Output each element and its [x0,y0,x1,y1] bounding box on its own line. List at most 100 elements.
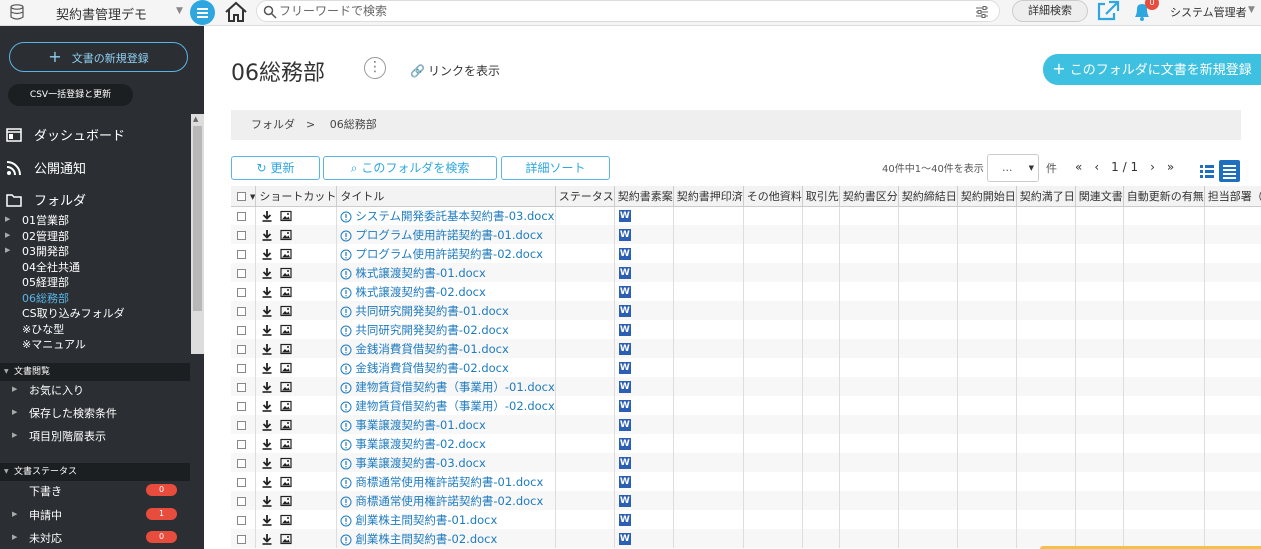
status-section-header[interactable]: ▼ 文書ステータス [0,463,190,481]
detail-view-icon[interactable] [1219,160,1240,182]
list-view-icon[interactable] [1197,160,1217,182]
document-title-link[interactable]: 事業譲渡契約書-01.docx [355,418,485,432]
word-file-icon[interactable]: W [618,324,631,336]
document-title-link[interactable]: システム開発委託基本契約書-03.docx [355,209,554,223]
document-title-link[interactable]: 金銭消費貸借契約書-01.docx [355,342,508,356]
image-preview-icon[interactable] [280,400,292,412]
word-file-icon[interactable]: W [618,495,631,507]
search-input[interactable] [279,2,969,20]
table-row[interactable]: システム開発委託基本契約書-03.docx W [231,206,1261,225]
table-row[interactable]: 建物賃貸借契約書（事業用）-02.docx W [231,396,1261,415]
image-preview-icon[interactable] [280,362,292,374]
scroll-up-icon[interactable]: ▲ [193,115,198,123]
download-icon[interactable] [261,229,273,241]
row-checkbox[interactable] [237,496,246,506]
image-preview-icon[interactable] [280,476,292,488]
document-title-link[interactable]: プログラム使用許諾契約書-01.docx [355,228,543,242]
download-icon[interactable] [261,362,273,374]
advanced-search-button[interactable]: 詳細検索 [1012,0,1088,22]
row-checkbox[interactable] [237,344,246,354]
row-checkbox[interactable] [237,211,246,221]
home-icon[interactable] [224,1,248,23]
word-file-icon[interactable]: W [618,438,631,450]
sidebar-item-saved-search[interactable]: ▶ 保存した検索条件 [0,402,190,424]
user-menu-caret-icon[interactable]: ▼ [1248,5,1255,15]
image-preview-icon[interactable] [280,267,292,279]
info-icon[interactable] [340,287,352,299]
row-checkbox[interactable] [237,230,246,240]
column-header[interactable]: 契約書押印済 [673,186,744,207]
download-icon[interactable] [261,400,273,412]
download-icon[interactable] [261,495,273,507]
select-menu-caret-icon[interactable]: ▼ [250,193,255,201]
document-title-link[interactable]: 共同研究開発契約書-02.docx [355,323,508,337]
download-icon[interactable] [261,533,273,545]
download-icon[interactable] [261,514,273,526]
word-file-icon[interactable]: W [618,514,631,526]
word-file-icon[interactable]: W [618,229,631,241]
word-file-icon[interactable]: W [618,400,631,412]
table-row[interactable]: 事業譲渡契約書-01.docx W [231,415,1261,434]
column-header[interactable]: タイトル [336,186,556,207]
sidebar-item-unhandled[interactable]: ▶ 未対応 0 [0,527,190,549]
column-header[interactable]: ショートカット [255,186,338,207]
table-row[interactable]: 事業譲渡契約書-02.docx W [231,434,1261,453]
image-preview-icon[interactable] [280,210,292,222]
download-icon[interactable] [261,381,273,393]
info-icon[interactable] [340,401,352,413]
info-icon[interactable] [340,325,352,337]
user-name[interactable]: システム管理者 [1170,4,1247,20]
image-preview-icon[interactable] [280,419,292,431]
column-header[interactable]: 取引先 [802,186,840,207]
expand-icon[interactable]: ▶ [5,215,10,223]
sidebar-item-favorites[interactable]: ▶ お気に入り [0,379,190,401]
table-row[interactable]: プログラム使用許諾契約書-01.docx W [231,225,1261,244]
download-icon[interactable] [261,267,273,279]
document-title-link[interactable]: 金銭消費貸借契約書-02.docx [355,361,508,375]
expand-icon[interactable]: ▶ [5,231,10,239]
image-preview-icon[interactable] [280,381,292,393]
detail-sort-button[interactable]: 詳細ソート [501,156,610,180]
table-row[interactable]: 共同研究開発契約書-02.docx W [231,320,1261,339]
image-preview-icon[interactable] [280,286,292,298]
row-checkbox[interactable] [237,515,246,525]
new-document-button[interactable]: + 文書の新規登録 [9,42,188,72]
table-row[interactable]: 商標通常使用権許諾契約書-01.docx W [231,472,1261,491]
info-icon[interactable] [340,477,352,489]
per-page-select[interactable]: ... ▼ [987,154,1039,182]
info-icon[interactable] [340,363,352,375]
document-title-link[interactable]: 共同研究開発契約書-01.docx [355,304,508,318]
document-title-link[interactable]: 創業株主間契約書-02.docx [355,532,497,546]
info-icon[interactable] [340,344,352,356]
word-file-icon[interactable]: W [618,248,631,260]
word-file-icon[interactable]: W [618,267,631,279]
document-title-link[interactable]: プログラム使用許諾契約書-02.docx [355,247,543,261]
info-icon[interactable] [340,420,352,432]
word-file-icon[interactable]: W [618,381,631,393]
word-file-icon[interactable]: W [618,533,631,545]
row-checkbox[interactable] [237,458,246,468]
table-row[interactable]: 金銭消費貸借契約書-01.docx W [231,339,1261,358]
sidebar-scrollbar[interactable]: ▲ [191,114,204,354]
info-icon[interactable] [340,515,352,527]
sidebar-item-hierarchy-view[interactable]: ▶ 項目別階層表示 [0,425,190,447]
download-icon[interactable] [261,343,273,355]
row-checkbox[interactable] [237,287,246,297]
search-folder-button[interactable]: ⌕ このフォルダを検索 [323,156,497,180]
info-icon[interactable] [340,249,352,261]
info-icon[interactable] [340,439,352,451]
info-icon[interactable] [340,230,352,242]
more-options-icon[interactable]: ⋮ [364,57,386,79]
app-name[interactable]: 契約書管理デモ [56,4,147,23]
table-row[interactable]: 事業譲渡契約書-03.docx W [231,453,1261,472]
table-row[interactable]: 創業株主間契約書-01.docx W [231,510,1261,529]
download-icon[interactable] [261,419,273,431]
column-header[interactable]: 自動更新の有無 [1123,186,1205,207]
column-header[interactable]: 契約締結日 [898,186,958,207]
table-row[interactable]: 株式譲渡契約書-01.docx W [231,263,1261,282]
csv-import-button[interactable]: CSV一括登録と更新 [8,84,133,106]
table-row[interactable]: 商標通常使用権許諾契約書-02.docx W [231,491,1261,510]
app-switch-caret-icon[interactable]: ▼ [176,6,183,16]
document-title-link[interactable]: 事業譲渡契約書-03.docx [355,456,485,470]
sidebar-item-draft[interactable]: 下書き 0 [0,480,190,502]
